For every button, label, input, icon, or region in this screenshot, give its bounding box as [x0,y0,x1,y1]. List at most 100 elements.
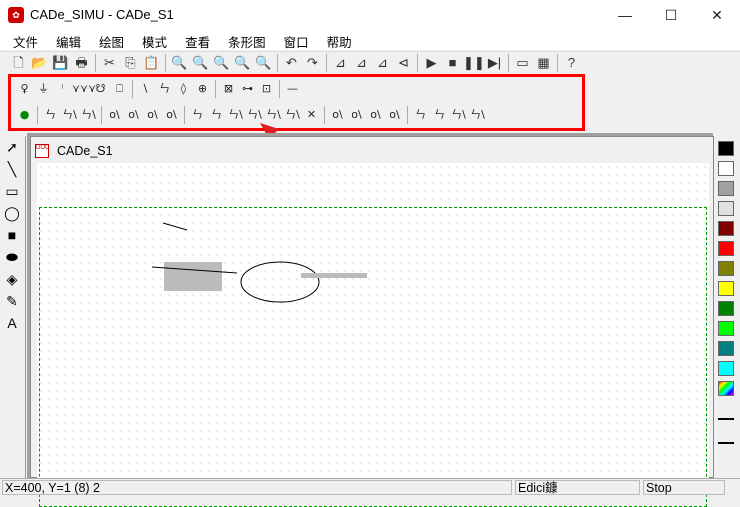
component-tool-icon[interactable]: о\ [347,105,366,125]
toolbar-button-icon[interactable]: 🔍 [190,53,211,73]
document-window[interactable]: DOC CADe_S1 [30,136,714,507]
draw-tool-icon[interactable]: ◈ [0,268,24,290]
draw-tool-icon[interactable]: ■ [0,224,24,246]
draw-tool-icon[interactable]: ➚ [0,136,24,158]
toolbar-button-icon[interactable]: ▶| [484,53,505,73]
color-swatch[interactable] [718,321,734,336]
component-tool-icon[interactable]: ㄣ [41,105,60,125]
draw-tool-icon[interactable]: ◯ [0,202,24,224]
color-swatch[interactable] [718,241,734,256]
toolbar-button-icon[interactable]: ▭ [512,53,533,73]
maximize-button[interactable]: ☐ [648,0,694,30]
component-tool-icon[interactable]: ㄣ\ [226,105,245,125]
color-swatch[interactable] [718,261,734,276]
component-tool-icon[interactable]: ㄣ [188,105,207,125]
toolbar-button-icon[interactable]: ⊿ [372,53,393,73]
main-toolbar: 🗋 📂 💾 🖶 ✂ ⎘ 📋 🔍 🔍 🔍 🔍 🔍 ↶ ↷ ⊿ ⊿ ⊿ ⊲ ▶ ■ ❚❚ ▶| ▭ ▦? [0,51,740,73]
component-tool-icon[interactable]: ⊕ [193,79,212,99]
menu-item[interactable]: 窗口 [275,30,318,50]
component-tool-icon[interactable]: ⏚ [34,79,53,99]
menu-item[interactable]: 文件 [4,30,47,50]
line-width-option[interactable] [718,434,734,444]
component-tool-icon[interactable]: ● [15,105,34,125]
component-tool-icon[interactable]: ☋ [91,79,110,99]
component-tool-icon[interactable]: о\ [124,105,143,125]
status-mode: Edici鏮 [515,480,640,495]
toolbar-button-icon[interactable]: 🔍 [211,53,232,73]
color-swatch[interactable] [718,301,734,316]
color-swatch[interactable] [718,201,734,216]
toolbar-button-icon[interactable]: 🔍 [232,53,253,73]
separator [165,53,166,72]
minimize-button[interactable]: — [602,0,648,30]
draw-tool-icon[interactable]: ✎ [0,290,24,312]
component-tool-icon[interactable]: ⊠ [219,79,238,99]
component-tool-icon[interactable]: — [283,79,302,99]
status-coords: X=400, Y=1 (8) 2 [2,480,512,495]
toolbar-button-icon[interactable]: ✂ [99,53,120,73]
toolbar-button-icon[interactable]: ↶ [281,53,302,73]
menu-item[interactable]: 编辑 [47,30,90,50]
color-swatch[interactable] [718,181,734,196]
draw-tool-icon[interactable]: ▭ [0,180,24,202]
draw-tool-icon[interactable]: A [0,312,24,334]
toolbar-button-icon[interactable]: 🗋 [8,53,29,73]
line-width-option[interactable] [718,410,734,420]
separator [132,80,133,98]
toolbar-button-icon[interactable]: ❚❚ [463,53,485,73]
toolbar-button-icon[interactable]: 🔍 [253,53,274,73]
menu-item[interactable]: 绘图 [90,30,133,50]
drawing-canvas[interactable] [37,163,709,507]
component-tool-icon[interactable]: ㄣ [155,79,174,99]
toolbar-button-icon[interactable]: 📋 [141,53,162,73]
color-swatch[interactable] [718,341,734,356]
toolbar-button-icon[interactable]: ▦ [533,53,554,73]
toolbar-button-icon[interactable]: ↷ [302,53,323,73]
draw-tool-icon[interactable]: ⬬ [0,246,24,268]
toolbar-button-icon[interactable]: ⎘ [120,53,141,73]
component-tool-icon[interactable]: ⋎⋎⋎ [72,79,96,99]
component-tool-icon[interactable]: ⊡ [257,79,276,99]
color-swatch[interactable] [718,141,734,156]
toolbar-button-icon[interactable]: ▶ [421,53,442,73]
close-button[interactable]: ✕ [694,0,740,30]
color-swatch[interactable] [718,161,734,176]
color-swatch[interactable] [718,361,734,376]
toolbar-button-icon[interactable]: 📂 [29,53,50,73]
menu-item[interactable]: 查看 [176,30,219,50]
toolbar-button-icon[interactable]: 🖶 [71,53,92,73]
component-tool-icon[interactable]: \ [136,79,155,99]
component-tool-icon[interactable]: ⎕ [110,79,129,99]
toolbar-button-icon[interactable]: ⊿ [330,53,351,73]
component-toolbar-1: ♀ ⏚ ᛌ ⋎⋎⋎ ☋ ⎕ \ ㄣ ◊ ⊕ ⊠ ⊶ ⊡ — [15,78,302,100]
toolbar-button-icon[interactable]: ? [561,53,582,73]
component-tool-icon[interactable]: ᛌ [53,79,72,99]
component-tool-icon[interactable]: ㄣ\ [60,105,79,125]
menu-item[interactable]: 条形图 [219,30,275,50]
component-tool-icon[interactable]: о\ [162,105,181,125]
component-tool-icon[interactable]: ㄣ [207,105,226,125]
component-tool-icon[interactable]: ◊ [174,79,193,99]
menu-item[interactable]: 模式 [133,30,176,50]
component-tool-icon[interactable]: ㄣ\ [468,105,487,125]
color-swatch[interactable] [718,381,734,396]
toolbar-button-icon[interactable]: ■ [442,53,463,73]
component-tool-icon[interactable]: ㄣ [430,105,449,125]
toolbar-button-icon[interactable]: ⊲ [393,53,414,73]
component-tool-icon[interactable]: ㄣ\ [79,105,98,125]
component-tool-icon[interactable]: ㄣ [411,105,430,125]
component-tool-icon[interactable]: ⊶ [238,79,257,99]
component-tool-icon[interactable]: ♀ [15,79,34,99]
component-tool-icon[interactable]: о\ [105,105,124,125]
menu-item[interactable]: 帮助 [318,30,361,50]
component-tool-icon[interactable]: о\ [385,105,404,125]
color-swatch[interactable] [718,221,734,236]
draw-tool-icon[interactable]: ╲ [0,158,24,180]
component-tool-icon[interactable]: ㄣ\ [449,105,468,125]
toolbar-button-icon[interactable]: 🔍 [169,53,190,73]
component-tool-icon[interactable]: о\ [366,105,385,125]
color-swatch[interactable] [718,281,734,296]
toolbar-button-icon[interactable]: ⊿ [351,53,372,73]
component-tool-icon[interactable]: о\ [143,105,162,125]
toolbar-button-icon[interactable]: 💾 [50,53,71,73]
